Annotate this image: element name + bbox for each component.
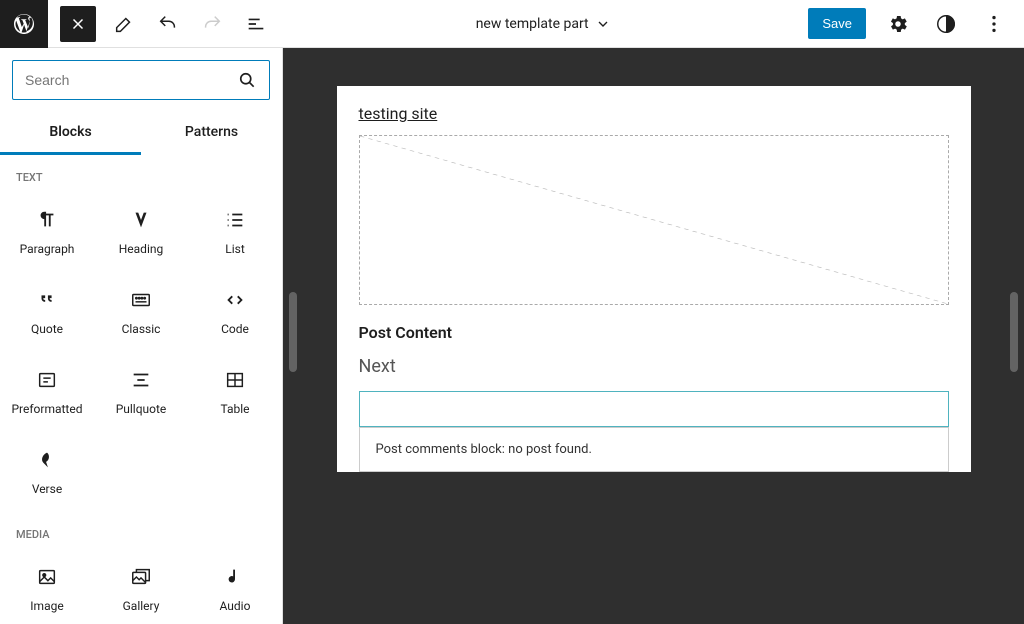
block-item-paragraph[interactable]: Paragraph: [0, 192, 94, 272]
pullquote-icon: [129, 368, 153, 392]
block-label: Verse: [32, 482, 62, 496]
search-input[interactable]: [25, 72, 237, 88]
section-heading: TEXT: [0, 155, 282, 192]
redo-button[interactable]: [192, 4, 232, 44]
block-item-classic[interactable]: Classic: [94, 272, 188, 352]
block-item-list[interactable]: List: [188, 192, 282, 272]
settings-button[interactable]: [878, 4, 918, 44]
block-label: Gallery: [123, 599, 160, 613]
gallery-icon: [129, 565, 153, 589]
canvas-scroll-handle-right[interactable]: [1010, 292, 1018, 372]
blocks-section-list: TEXT Paragraph Heading List Quote Classic Code…: [0, 155, 282, 624]
next-heading[interactable]: Next: [359, 356, 949, 377]
selected-empty-block[interactable]: [359, 391, 949, 427]
editor-canvas: testing site Post Content Next Post comm…: [283, 48, 1024, 624]
chevron-down-icon: [595, 16, 611, 32]
block-label: Code: [221, 322, 249, 336]
code-icon: [223, 288, 247, 312]
styles-button[interactable]: [926, 4, 966, 44]
edit-icon[interactable]: [104, 4, 144, 44]
block-item-audio[interactable]: Audio: [188, 549, 282, 624]
block-label: List: [225, 242, 245, 256]
block-item-pullquote[interactable]: Pullquote: [94, 352, 188, 432]
block-item-preformatted[interactable]: Preformatted: [0, 352, 94, 432]
block-label: Audio: [220, 599, 251, 613]
paragraph-icon: [35, 208, 59, 232]
block-label: Paragraph: [20, 242, 75, 256]
block-item-image[interactable]: Image: [0, 549, 94, 624]
preformatted-icon: [35, 368, 59, 392]
featured-image-placeholder[interactable]: [359, 135, 949, 305]
close-inserter-button[interactable]: [60, 6, 96, 42]
block-label: Image: [30, 599, 63, 613]
block-label: Classic: [122, 322, 161, 336]
tab-blocks[interactable]: Blocks: [0, 112, 141, 155]
block-label: Pullquote: [116, 402, 167, 416]
classic-icon: [129, 288, 153, 312]
section-heading: MEDIA: [0, 512, 282, 549]
document-title-dropdown[interactable]: new template part: [476, 16, 611, 32]
list-icon: [223, 208, 247, 232]
top-toolbar: new template part Save: [0, 0, 1024, 48]
block-item-verse[interactable]: Verse: [0, 432, 94, 512]
image-icon: [35, 565, 59, 589]
document-title: new template part: [476, 16, 589, 32]
table-icon: [223, 368, 247, 392]
search-box[interactable]: [12, 60, 270, 100]
canvas-scroll-handle-left[interactable]: [289, 292, 297, 372]
audio-icon: [223, 565, 247, 589]
block-item-gallery[interactable]: Gallery: [94, 549, 188, 624]
list-view-button[interactable]: [236, 4, 276, 44]
block-item-quote[interactable]: Quote: [0, 272, 94, 352]
search-icon: [237, 70, 257, 90]
block-inserter-panel: Blocks Patterns TEXT Paragraph Heading List…: [0, 48, 283, 624]
save-button[interactable]: Save: [808, 8, 866, 39]
post-comments-block-message[interactable]: Post comments block: no post found.: [359, 427, 949, 472]
block-item-table[interactable]: Table: [188, 352, 282, 432]
quote-icon: [35, 288, 59, 312]
verse-icon: [35, 448, 59, 472]
block-label: Quote: [31, 322, 63, 336]
block-item-heading[interactable]: Heading: [94, 192, 188, 272]
block-label: Table: [220, 402, 249, 416]
site-title-block[interactable]: testing site: [359, 104, 949, 123]
block-item-code[interactable]: Code: [188, 272, 282, 352]
post-content-heading[interactable]: Post Content: [359, 323, 949, 342]
heading-icon: [129, 208, 153, 232]
block-label: Preformatted: [11, 402, 82, 416]
tab-patterns[interactable]: Patterns: [141, 112, 282, 155]
wordpress-logo[interactable]: [0, 0, 48, 48]
more-options-button[interactable]: [974, 4, 1014, 44]
block-label: Heading: [119, 242, 164, 256]
undo-button[interactable]: [148, 4, 188, 44]
template-page[interactable]: testing site Post Content Next Post comm…: [337, 86, 971, 472]
